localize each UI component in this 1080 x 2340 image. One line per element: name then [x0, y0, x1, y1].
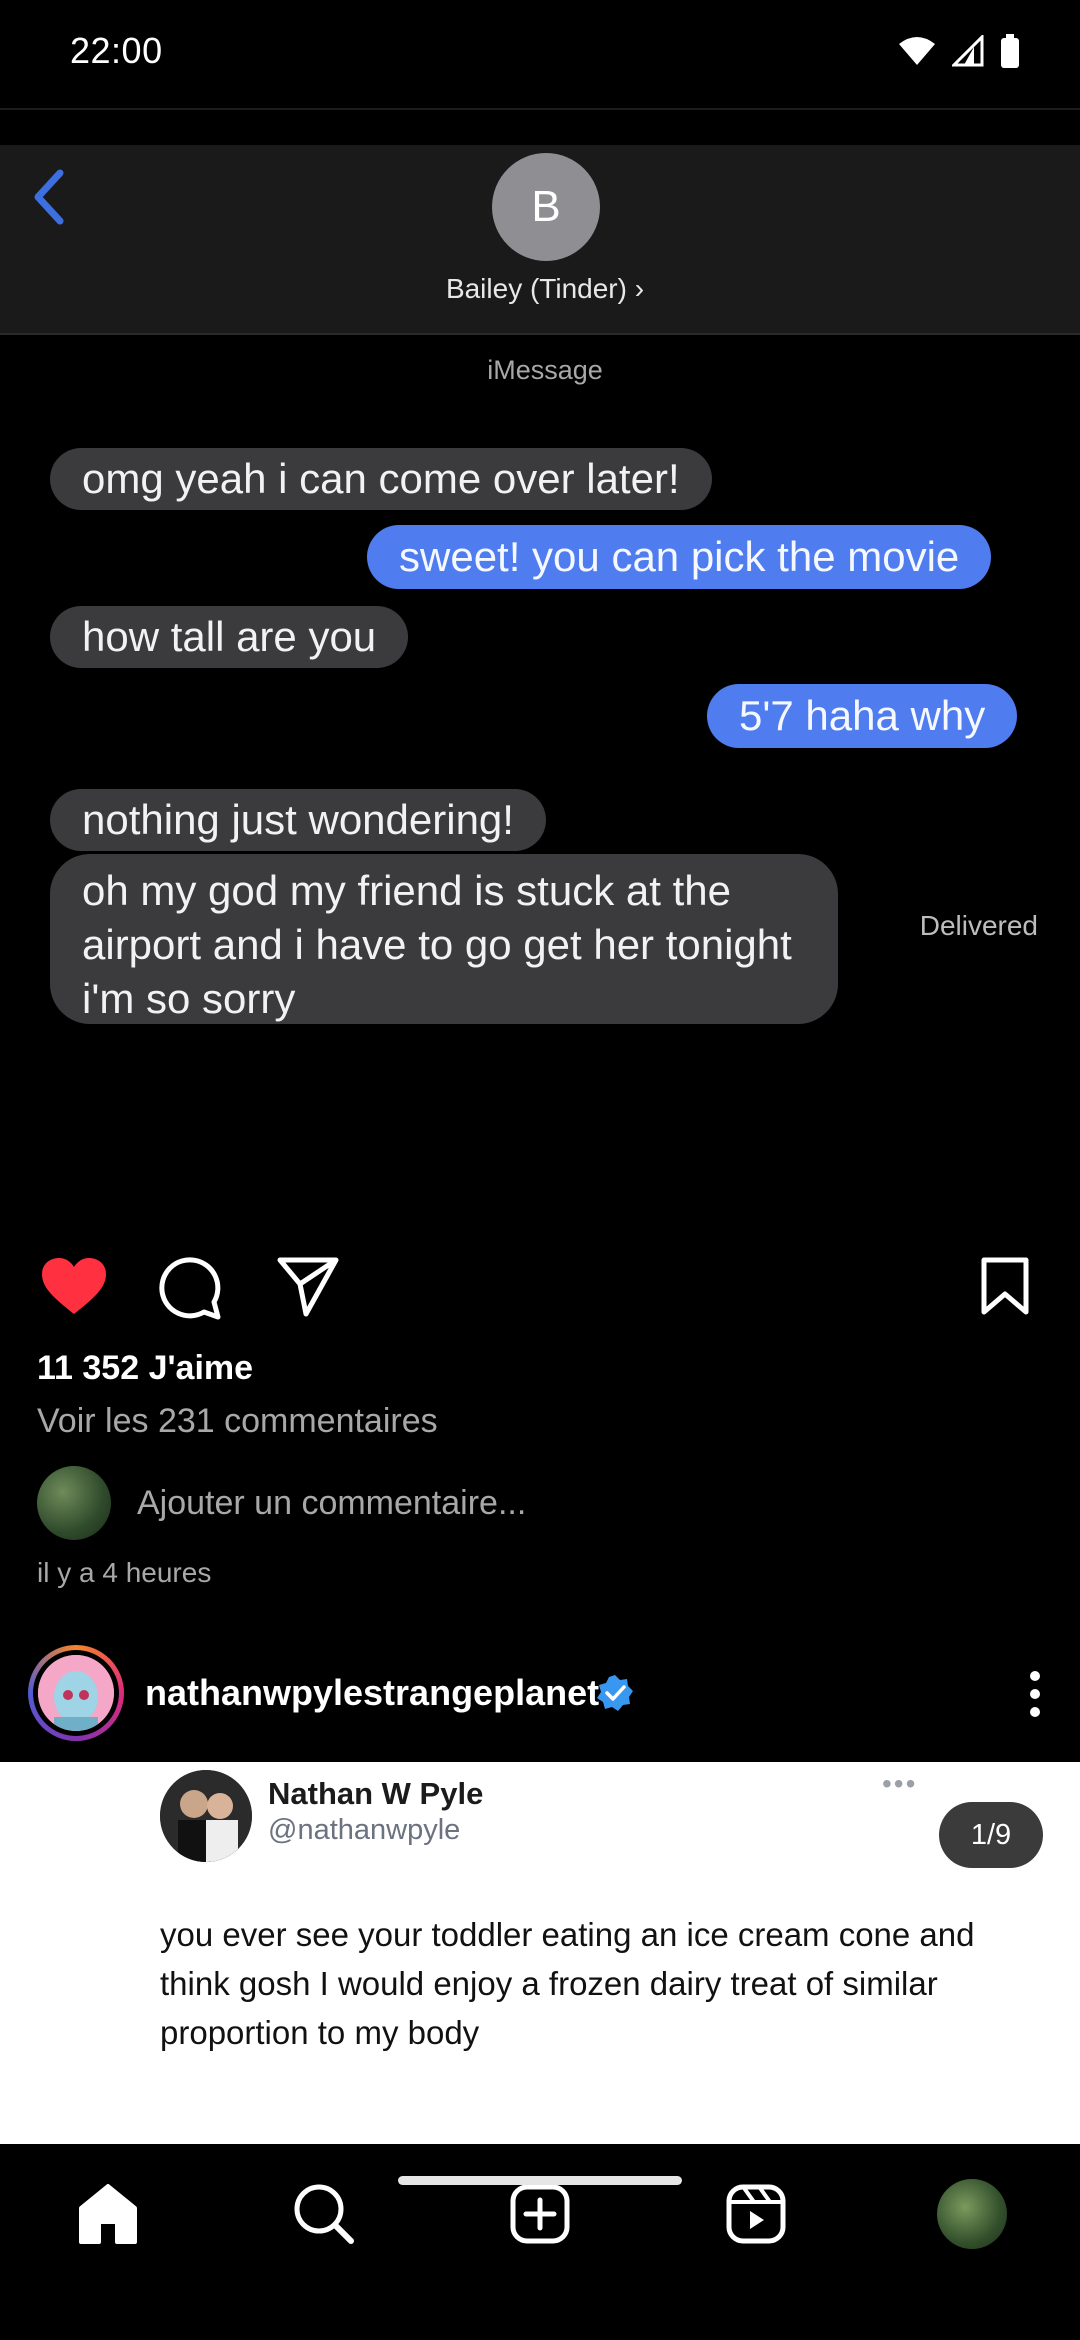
status-icons	[898, 34, 1020, 68]
post-header: nathanwpylestrangeplanet	[0, 1640, 1080, 1750]
back-chevron-icon	[34, 169, 64, 225]
signal-icon	[952, 35, 984, 67]
add-comment-input[interactable]: Ajouter un commentaire...	[137, 1484, 526, 1523]
nav-search[interactable]	[284, 2174, 364, 2254]
contact-name-row: Bailey (Tinder) ›	[0, 273, 1080, 305]
contact-name: Bailey (Tinder)	[445, 273, 627, 304]
more-options-icon[interactable]	[1028, 1670, 1042, 1718]
send-icon[interactable]	[276, 1256, 340, 1318]
delivered-label: Delivered	[919, 910, 1038, 941]
avatar	[37, 1466, 111, 1540]
tweet-author-name: Nathan W Pyle	[268, 1776, 484, 1811]
message-bubble: sweet! you can pick the movie	[367, 525, 992, 589]
post-timestamp: il y a 4 heures	[37, 1557, 212, 1588]
profile-avatar	[38, 1655, 114, 1731]
nav-create[interactable]	[500, 2174, 580, 2254]
post-image[interactable]: B Bailey (Tinder) › iMessage omg yeah i …	[0, 145, 1080, 1220]
home-icon	[79, 2184, 137, 2244]
like-count[interactable]: 11 352 J'aime	[37, 1349, 253, 1388]
home-indicator[interactable]	[398, 2176, 682, 2185]
add-comment-row[interactable]: Ajouter un commentaire...	[37, 1466, 1037, 1540]
message-bubble: how tall are you	[50, 606, 409, 668]
message-bubble: omg yeah i can come over later!	[50, 448, 712, 510]
nav-profile[interactable]	[932, 2174, 1012, 2254]
verified-badge-icon	[597, 1675, 633, 1711]
add-icon	[510, 2184, 570, 2244]
bottom-nav	[0, 2144, 1080, 2340]
imessage-label: iMessage	[487, 355, 603, 385]
chevron-right-icon: ›	[634, 273, 645, 304]
post-image-tweet[interactable]: Nathan W Pyle @nathanwpyle ••• you ever …	[0, 1762, 1080, 2144]
message-bubble: nothing just wondering!	[50, 789, 546, 851]
status-bar: 22:00	[0, 0, 1080, 108]
divider	[0, 108, 1080, 110]
post-actions	[0, 1220, 1080, 1350]
status-time: 22:00	[70, 30, 163, 71]
story-ring[interactable]	[28, 1645, 124, 1741]
tweet-text: you ever see your toddler eating an ice …	[160, 1916, 975, 2051]
comment-icon[interactable]	[158, 1256, 222, 1320]
reels-icon	[726, 2184, 786, 2244]
nav-reels[interactable]	[716, 2174, 796, 2254]
tweet-avatar	[160, 1770, 252, 1862]
carousel-counter: 1/9	[939, 1802, 1043, 1868]
message-bubble: 5'7 haha why	[707, 684, 1018, 748]
contact-avatar: B	[492, 153, 600, 261]
imessage-header: B Bailey (Tinder) ›	[0, 145, 1080, 335]
wifi-icon	[899, 37, 935, 65]
message-bubble: oh my god my friend is stuck at the airp…	[50, 854, 838, 1024]
tweet-author-handle: @nathanwpyle	[268, 1814, 461, 1846]
avatar	[937, 2179, 1007, 2249]
bookmark-icon[interactable]	[980, 1256, 1030, 1316]
battery-icon	[1001, 34, 1019, 68]
post-username[interactable]: nathanwpylestrangeplanet	[145, 1672, 599, 1714]
nav-home[interactable]	[68, 2174, 148, 2254]
heart-icon[interactable]	[40, 1256, 108, 1316]
search-icon	[294, 2184, 354, 2244]
tweet-menu-icon: •••	[882, 1768, 918, 1799]
view-comments-link[interactable]: Voir les 231 commentaires	[37, 1402, 438, 1441]
